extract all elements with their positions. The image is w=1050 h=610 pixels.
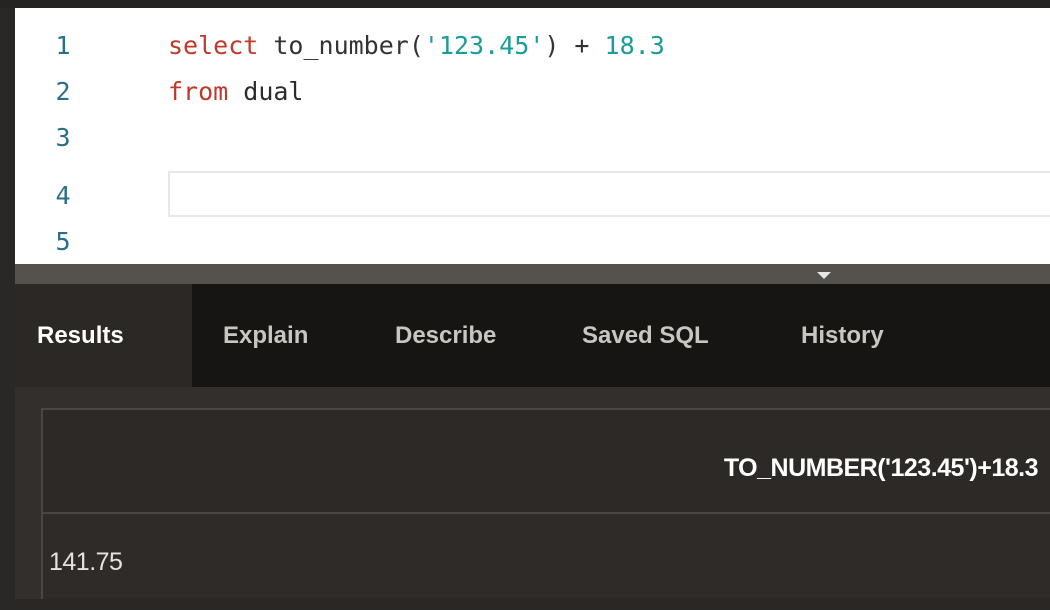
sql-editor[interactable]: 1 select to_number('123.45') + 18.3 2 fr…: [15, 8, 1050, 264]
top-strip: [0, 0, 1050, 8]
editor-line[interactable]: 4: [15, 173, 1050, 219]
line-number: 5: [55, 227, 71, 256]
grid-header: TO_NUMBER('123.45')+18.3: [43, 410, 1050, 514]
editor-line[interactable]: 1 select to_number('123.45') + 18.3: [15, 23, 1050, 69]
line-code[interactable]: from dual: [168, 69, 304, 115]
column-header[interactable]: TO_NUMBER('123.45')+18.3: [724, 410, 1039, 512]
table-cell[interactable]: 141.75: [49, 514, 123, 599]
keyword-from: from: [168, 77, 229, 106]
results-panel: TO_NUMBER('123.45')+18.3 141.75: [15, 387, 1050, 599]
number-literal: 18.3: [604, 31, 665, 60]
tab-history[interactable]: History: [801, 284, 884, 387]
identifier-dual: dual: [243, 77, 304, 106]
line-number: 1: [55, 31, 71, 60]
line-number: 2: [55, 77, 71, 106]
editor-line[interactable]: 5: [15, 219, 1050, 265]
output-tabs: Results Explain Describe Saved SQL Histo…: [15, 284, 1050, 387]
editor-line[interactable]: 3: [15, 115, 1050, 161]
operator-plus: ) +: [544, 31, 605, 60]
editor-line[interactable]: 2 from dual: [15, 69, 1050, 115]
line-code[interactable]: select to_number('123.45') + 18.3: [168, 23, 665, 69]
open-paren: (: [408, 31, 424, 60]
tab-results[interactable]: Results: [15, 284, 192, 387]
tab-describe[interactable]: Describe: [395, 284, 496, 387]
keyword-select: select: [168, 31, 259, 60]
line-number: 3: [55, 123, 71, 152]
string-literal: '123.45': [423, 31, 545, 60]
tab-saved-sql[interactable]: Saved SQL: [582, 284, 709, 387]
table-row[interactable]: 141.75: [43, 514, 1050, 599]
function-to-number: to_number: [273, 31, 409, 60]
results-grid: TO_NUMBER('123.45')+18.3 141.75: [41, 408, 1050, 599]
line-number: 4: [55, 181, 71, 210]
collapse-arrow-down-icon[interactable]: [817, 272, 831, 279]
pane-splitter[interactable]: [15, 264, 1050, 284]
tab-explain[interactable]: Explain: [223, 284, 308, 387]
